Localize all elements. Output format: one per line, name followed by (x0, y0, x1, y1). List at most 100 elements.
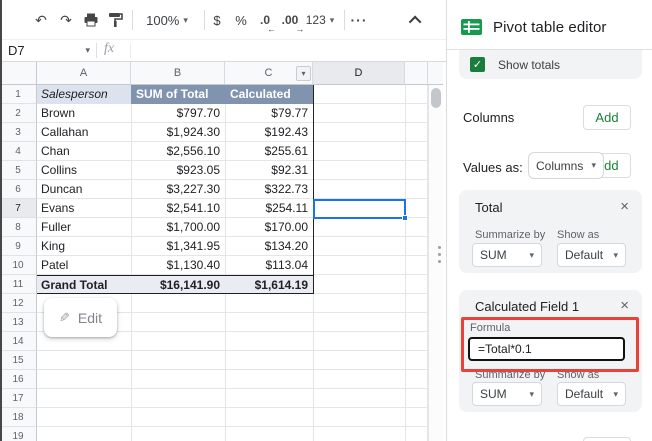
close-icon[interactable]: × (620, 200, 629, 214)
cell-b1[interactable]: SUM of Total (131, 85, 225, 104)
row-header[interactable]: 1 (0, 85, 37, 104)
vertical-scrollbar[interactable] (428, 85, 443, 441)
paint-format-icon[interactable] (105, 0, 125, 40)
cell[interactable]: $1,700.00 (131, 218, 225, 237)
chevron-down-icon[interactable]: ▾ (85, 45, 90, 56)
collapse-toolbar-icon[interactable] (405, 0, 427, 40)
column-header-d[interactable]: D (313, 62, 405, 85)
cell[interactable]: $797.70 (131, 104, 225, 123)
row-header[interactable]: 6 (0, 180, 37, 199)
edit-pivot-button[interactable]: ✎ Edit (44, 298, 117, 337)
row-header[interactable]: 8 (0, 218, 37, 237)
add-button-partial[interactable] (583, 437, 631, 441)
row-header[interactable]: 5 (0, 161, 37, 180)
table-row: King $1,341.95 $134.20 (37, 237, 313, 256)
columns-section-label: Columns (463, 110, 514, 125)
formula-label: Formula (470, 322, 510, 334)
arrow-left-icon: ← (267, 24, 276, 34)
cell[interactable]: Brown (37, 104, 131, 123)
decrease-decimal-button[interactable]: .0← (255, 0, 275, 40)
undo-icon[interactable]: ↶ (31, 0, 51, 40)
cell[interactable]: $113.04 (225, 256, 313, 275)
number-format-menu[interactable]: 123▾ (301, 0, 339, 40)
cell[interactable]: $92.31 (225, 161, 313, 180)
row-header[interactable]: 16 (0, 370, 37, 389)
cell[interactable]: Chan (37, 142, 131, 161)
show-as-label: Show as (557, 229, 599, 241)
cell[interactable]: $16,141.90 (131, 276, 225, 293)
value-card-total: Total × Summarize by Show as SUM▾ Defaul… (459, 190, 642, 273)
cell[interactable]: $170.00 (225, 218, 313, 237)
chevron-down-icon: ▾ (591, 160, 596, 171)
row-header[interactable]: 13 (0, 313, 37, 332)
more-options-icon[interactable]: ··· (348, 0, 370, 40)
cell[interactable]: $254.11 (225, 199, 313, 218)
select-all-corner[interactable] (0, 62, 37, 85)
fill-handle[interactable] (402, 215, 408, 221)
cell-c1[interactable]: Calculated Field (225, 85, 313, 104)
row-header[interactable]: 2 (0, 104, 37, 123)
cell[interactable]: $192.43 (225, 123, 313, 142)
cell[interactable]: Patel (37, 256, 131, 275)
cell[interactable]: Grand Total (37, 276, 131, 293)
show-as-dropdown[interactable]: Default▾ (557, 382, 626, 406)
panel-resize-grip[interactable] (438, 246, 441, 249)
cell[interactable]: $322.73 (225, 180, 313, 199)
row-header[interactable]: 10 (0, 256, 37, 275)
currency-format-button[interactable]: $ (208, 0, 226, 40)
increase-decimal-button[interactable]: .00→ (278, 0, 302, 40)
row-header[interactable]: 19 (0, 427, 37, 441)
cell[interactable]: $1,614.19 (225, 276, 313, 293)
values-as-dropdown[interactable]: Columns▾ (528, 152, 604, 179)
summarize-by-dropdown[interactable]: SUM▾ (472, 382, 542, 406)
cell[interactable]: Callahan (37, 123, 131, 142)
row-header[interactable]: 15 (0, 351, 37, 370)
cell[interactable]: $79.77 (225, 104, 313, 123)
selected-cell-d7[interactable] (313, 199, 406, 219)
cell[interactable]: $1,130.40 (131, 256, 225, 275)
close-icon[interactable]: × (620, 299, 629, 313)
cell[interactable]: King (37, 237, 131, 256)
cell[interactable]: $2,541.10 (131, 199, 225, 218)
show-as-dropdown[interactable]: Default▾ (557, 243, 626, 267)
column-header-partial[interactable] (405, 62, 428, 85)
cell[interactable]: $2,556.10 (131, 142, 225, 161)
row-header[interactable]: 11 (0, 275, 37, 294)
row-header[interactable]: 12 (0, 294, 37, 313)
cell[interactable]: Fuller (37, 218, 131, 237)
add-columns-button[interactable]: Add (583, 105, 631, 130)
zoom-select[interactable]: 100%▾ (139, 0, 195, 40)
row-header[interactable]: 18 (0, 408, 37, 427)
panel-resize-grip[interactable] (438, 260, 441, 263)
grand-total-row: Grand Total $16,141.90 $1,614.19 (37, 275, 313, 294)
show-totals-checkbox[interactable]: ✓ (470, 57, 485, 72)
summarize-by-dropdown[interactable]: SUM▾ (472, 243, 542, 267)
column-header-a[interactable]: A (37, 62, 131, 85)
cell[interactable]: $255.61 (225, 142, 313, 161)
cell[interactable]: Collins (37, 161, 131, 180)
row-header[interactable]: 3 (0, 123, 37, 142)
formula-input[interactable]: =Total*0.1 (468, 337, 625, 361)
column-dropdown-icon[interactable]: ▾ (296, 66, 311, 81)
row-header[interactable]: 4 (0, 142, 37, 161)
redo-icon[interactable]: ↷ (56, 0, 76, 40)
name-box[interactable]: D7 ▾ (0, 40, 96, 61)
cell[interactable]: $1,924.30 (131, 123, 225, 142)
cell[interactable]: $134.20 (225, 237, 313, 256)
cell[interactable]: $923.05 (131, 161, 225, 180)
cell[interactable]: Evans (37, 199, 131, 218)
print-icon[interactable] (81, 0, 101, 40)
cell[interactable]: Duncan (37, 180, 131, 199)
row-header[interactable]: 9 (0, 237, 37, 256)
row-header-selected[interactable]: 7 (0, 199, 37, 218)
cell-a1[interactable]: Salesperson (37, 85, 131, 104)
panel-resize-grip[interactable] (438, 253, 441, 256)
scrollbar-thumb[interactable] (431, 88, 441, 108)
row-header[interactable]: 17 (0, 389, 37, 408)
cell[interactable]: $1,341.95 (131, 237, 225, 256)
percent-format-button[interactable]: % (232, 0, 250, 40)
row-header[interactable]: 14 (0, 332, 37, 351)
table-row: Brown $797.70 $79.77 (37, 104, 313, 123)
column-header-b[interactable]: B (131, 62, 225, 85)
cell[interactable]: $3,227.30 (131, 180, 225, 199)
